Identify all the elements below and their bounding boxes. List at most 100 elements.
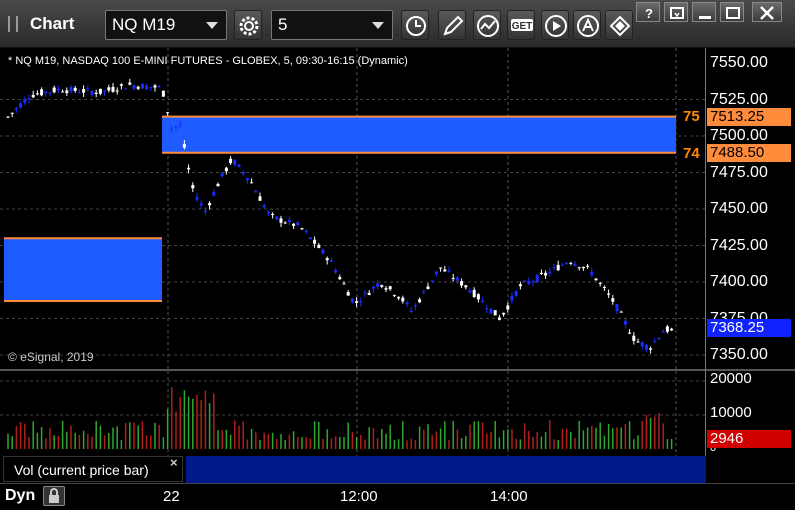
candle-body xyxy=(594,278,598,281)
candle-body xyxy=(506,305,510,310)
time-button[interactable] xyxy=(401,10,429,40)
candle-body xyxy=(640,342,644,347)
candle-body xyxy=(161,90,165,97)
candle-body xyxy=(418,299,422,303)
candle-body xyxy=(363,292,367,294)
candle-body xyxy=(581,266,585,269)
candle-body xyxy=(329,260,333,262)
drag-grip-icon[interactable] xyxy=(8,16,18,32)
candle-body xyxy=(535,275,539,282)
candle-body xyxy=(602,286,606,289)
price-axis-label: 7425.00 xyxy=(710,237,768,254)
candle-body xyxy=(527,280,531,284)
lock-toggle-button[interactable] xyxy=(43,486,65,506)
candle-body xyxy=(502,312,506,315)
price-pane[interactable] xyxy=(0,48,795,370)
toolbar: Chart NQ M19 5 GET ? xyxy=(0,0,795,48)
help-button[interactable]: ? xyxy=(636,2,660,22)
candle-body xyxy=(178,124,182,126)
candle-body xyxy=(413,305,417,307)
candle-body xyxy=(661,331,665,333)
volume-axis-label: 20000 xyxy=(710,370,752,387)
candle-body xyxy=(61,91,65,93)
candle-body xyxy=(531,281,535,283)
studies-button[interactable] xyxy=(473,10,501,40)
candle-body xyxy=(510,295,514,301)
candle-body xyxy=(422,290,426,292)
candle-body xyxy=(518,284,522,287)
maximize-icon xyxy=(726,7,740,19)
alert-icon xyxy=(577,15,599,37)
candle-body xyxy=(174,126,178,128)
dynamic-mode-label[interactable]: Dyn xyxy=(5,487,35,505)
link-button[interactable] xyxy=(605,10,633,40)
candle-body xyxy=(212,191,216,196)
candle-body xyxy=(497,317,501,320)
candle-body xyxy=(644,344,648,350)
candle-body xyxy=(426,286,430,290)
candle-body xyxy=(481,300,485,303)
candle-body xyxy=(292,223,296,226)
symbol-select[interactable]: NQ M19 xyxy=(105,10,227,40)
study-title-bar[interactable]: Vol (current price bar) xyxy=(3,456,183,482)
price-axis-label: 7525.00 xyxy=(710,91,768,108)
candle-body xyxy=(132,85,136,89)
candle-body xyxy=(552,266,556,268)
candle-body xyxy=(220,172,224,176)
candle-body xyxy=(523,280,527,282)
study-close-icon[interactable]: × xyxy=(170,455,178,470)
help-icon: ? xyxy=(645,6,653,20)
candle-body xyxy=(98,88,102,94)
last-price-tag: 7368.25 xyxy=(707,319,791,337)
settings-button[interactable] xyxy=(234,10,262,40)
candle-body xyxy=(350,298,354,303)
price-axis-label: 7350.00 xyxy=(710,346,768,363)
candle-body xyxy=(317,244,321,248)
minimize-icon xyxy=(699,16,711,19)
candle-body xyxy=(229,158,233,164)
candle-body xyxy=(73,87,77,91)
candle-body xyxy=(565,263,569,265)
play-button[interactable] xyxy=(541,10,569,40)
candle-body xyxy=(254,191,258,193)
candle-body xyxy=(472,289,476,298)
candle-body xyxy=(300,228,304,230)
candle-body xyxy=(140,83,144,89)
draw-button[interactable] xyxy=(438,10,466,40)
copyright: © eSignal, 2019 xyxy=(8,350,94,364)
candle-body xyxy=(544,272,548,276)
candle-body xyxy=(199,203,203,206)
time-axis-label: 22 xyxy=(163,488,180,505)
candle-body xyxy=(94,92,98,95)
candle-body xyxy=(430,280,434,282)
candle-body xyxy=(376,283,380,287)
candle-body xyxy=(145,85,149,90)
candle-body xyxy=(649,348,653,350)
close-icon xyxy=(760,6,774,20)
restore-button[interactable] xyxy=(664,2,688,22)
candle-body xyxy=(35,93,39,95)
alert-button[interactable] xyxy=(573,10,601,40)
candle-body xyxy=(304,231,308,233)
candle-body xyxy=(136,86,140,89)
candle-body xyxy=(359,301,363,303)
last-volume-tag: 2946 xyxy=(707,430,791,448)
candle-body xyxy=(556,264,560,271)
candle-body xyxy=(573,263,577,266)
maximize-button[interactable] xyxy=(720,2,744,22)
candle-body xyxy=(476,294,480,300)
candle-body xyxy=(590,271,594,276)
candle-body xyxy=(237,164,241,167)
gear-icon xyxy=(239,16,259,36)
candle-body xyxy=(191,185,195,189)
close-button[interactable] xyxy=(752,2,782,22)
interval-select[interactable]: 5 xyxy=(271,10,393,40)
chevron-down-icon xyxy=(206,22,218,29)
candle-body xyxy=(48,92,52,94)
candle-body xyxy=(44,91,48,94)
get-button[interactable]: GET xyxy=(507,10,535,40)
minimize-button[interactable] xyxy=(692,2,716,22)
play-icon xyxy=(545,15,567,37)
candle-body xyxy=(27,98,31,100)
candle-body xyxy=(485,308,489,310)
